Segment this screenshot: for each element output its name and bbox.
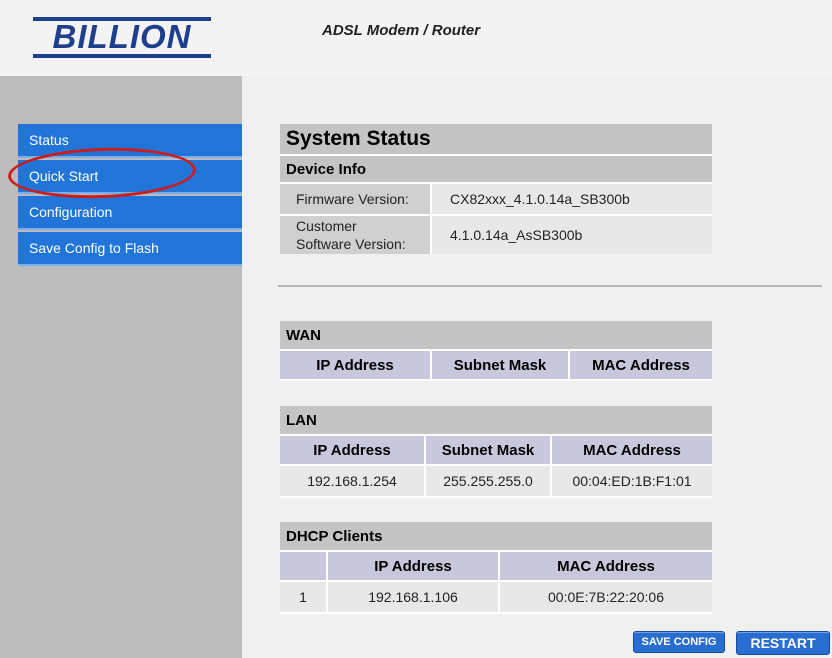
sidebar: Status Quick Start Configuration Save Co…	[0, 76, 242, 658]
lan-col-ip: IP Address	[280, 436, 424, 464]
logo-text: BILLION	[52, 18, 192, 55]
main-content: System Status Device Info Firmware Versi…	[242, 76, 832, 658]
product-title: ADSL Modem / Router	[322, 22, 481, 39]
dhcp-col-index	[280, 552, 326, 580]
dhcp-col-ip: IP Address	[328, 552, 498, 580]
wan-col-ip: IP Address	[280, 351, 430, 379]
device-info-heading: Device Info	[280, 156, 712, 182]
device-info-table: System Status Device Info Firmware Versi…	[280, 124, 712, 254]
lan-heading: LAN	[280, 406, 712, 434]
wan-table: WAN IP Address Subnet Mask MAC Address	[280, 321, 712, 381]
wan-col-subnet: Subnet Mask	[432, 351, 568, 379]
lan-col-subnet: Subnet Mask	[426, 436, 550, 464]
firmware-label: Firmware Version:	[280, 184, 430, 214]
dhcp-row-index: 1	[280, 582, 326, 612]
page-title: System Status	[280, 124, 712, 154]
sidebar-item-configuration[interactable]: Configuration	[18, 196, 242, 230]
firmware-value: CX82xxx_4.1.0.14a_SB300b	[432, 184, 712, 214]
lan-ip-value: 192.168.1.254	[280, 466, 424, 496]
lan-col-mac: MAC Address	[552, 436, 712, 464]
dhcp-ip-value: 192.168.1.106	[328, 582, 498, 612]
logo-bottom-bar	[33, 54, 211, 58]
customer-label-line2: Software Version:	[296, 236, 406, 252]
sidebar-item-status[interactable]: Status	[18, 124, 242, 158]
wan-heading: WAN	[280, 321, 712, 349]
dhcp-table: DHCP Clients IP Address MAC Address 1 19…	[280, 522, 712, 614]
wan-col-mac: MAC Address	[570, 351, 712, 379]
customer-version-label: Customer Software Version:	[280, 216, 430, 254]
sidebar-item-quick-start[interactable]: Quick Start	[18, 160, 242, 194]
restart-button[interactable]: RESTART	[736, 631, 830, 655]
header: BILLION ADSL Modem / Router	[0, 0, 832, 76]
lan-mac-value: 00:04:ED:1B:F1:01	[552, 466, 712, 496]
customer-label-line1: Customer	[296, 218, 357, 234]
dhcp-col-mac: MAC Address	[500, 552, 712, 580]
sidebar-item-save-config[interactable]: Save Config to Flash	[18, 232, 242, 266]
section-divider	[278, 285, 822, 287]
dhcp-mac-value: 00:0E:7B:22:20:06	[500, 582, 712, 612]
customer-version-value: 4.1.0.14a_AsSB300b	[432, 216, 712, 254]
dhcp-heading: DHCP Clients	[280, 522, 712, 550]
billion-logo: BILLION	[33, 17, 211, 58]
lan-table: LAN IP Address Subnet Mask MAC Address 1…	[280, 406, 712, 498]
lan-subnet-value: 255.255.255.0	[426, 466, 550, 496]
save-config-button[interactable]: SAVE CONFIG	[633, 631, 725, 653]
